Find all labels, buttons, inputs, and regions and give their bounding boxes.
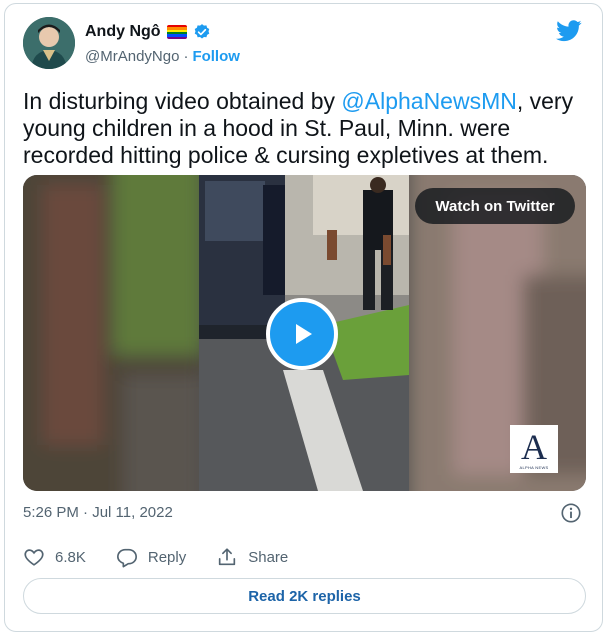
like-count: 6.8K	[55, 548, 86, 566]
tweet-card: Andy Ngô @MrAndyNgo · Follow In disturbi…	[4, 3, 603, 632]
reply-button[interactable]: Reply	[116, 546, 186, 568]
read-replies-label: Read 2K replies	[248, 587, 361, 605]
logo-text: ALPHA NEWS	[519, 464, 549, 470]
watch-on-twitter-button[interactable]: Watch on Twitter	[415, 188, 575, 224]
tweet-timestamp[interactable]: 5:26 PM · Jul 11, 2022	[23, 504, 173, 521]
play-icon	[296, 324, 312, 344]
rainbow-flag-icon	[166, 25, 187, 39]
reply-icon	[116, 548, 137, 568]
share-button[interactable]: Share	[216, 546, 288, 568]
share-icon	[219, 548, 236, 566]
logo-letter: A	[521, 426, 547, 467]
follow-button[interactable]: Follow	[192, 48, 240, 65]
display-name[interactable]: Andy Ngô	[85, 23, 161, 41]
watch-on-twitter-label: Watch on Twitter	[435, 197, 555, 215]
twitter-bird-icon[interactable]	[556, 20, 582, 42]
info-icon[interactable]	[560, 502, 582, 524]
share-label: Share	[248, 548, 289, 566]
verified-badge-icon	[194, 24, 209, 39]
play-button[interactable]	[266, 298, 338, 370]
read-replies-button[interactable]: Read 2K replies	[23, 578, 586, 614]
tweet-text: In disturbing video obtained by @AlphaNe…	[23, 88, 593, 169]
user-handle[interactable]: @MrAndyNgo	[85, 48, 179, 65]
tweet-actions: 6.8K Reply Share	[23, 546, 318, 568]
heart-icon	[24, 549, 44, 566]
like-button[interactable]: 6.8K	[23, 546, 86, 568]
avatar[interactable]	[23, 17, 75, 69]
alpha-news-logo: A ALPHA NEWS	[510, 425, 558, 473]
video-thumbnail[interactable]: Watch on Twitter A ALPHA NEWS	[23, 175, 586, 491]
reply-label: Reply	[147, 548, 187, 566]
mention-link[interactable]: @AlphaNewsMN	[341, 88, 516, 114]
tweet-text-start: In disturbing video obtained by	[23, 88, 342, 114]
separator-dot: ·	[183, 48, 189, 65]
